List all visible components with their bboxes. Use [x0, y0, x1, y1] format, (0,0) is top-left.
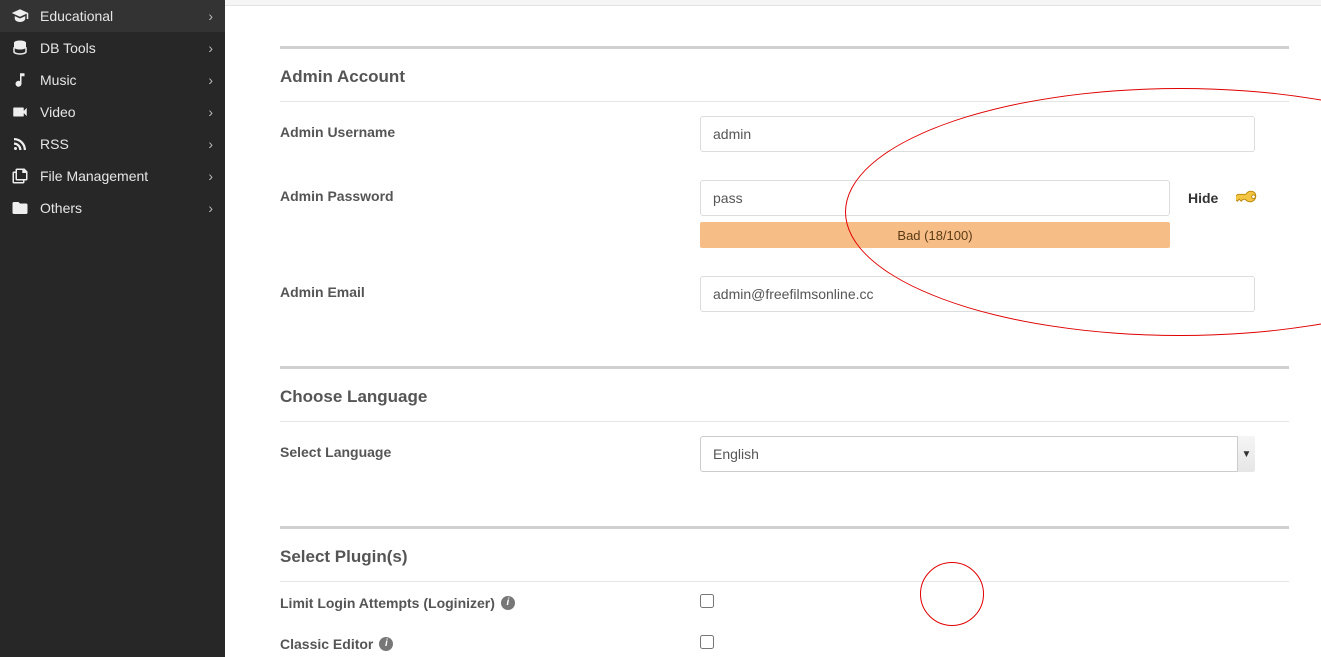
admin-email-input[interactable]	[700, 276, 1255, 312]
sidebar-item-video[interactable]: Video ›	[0, 96, 225, 128]
admin-username-input[interactable]	[700, 116, 1255, 152]
plugin-label-classic-editor: Classic Editor	[280, 636, 373, 652]
sidebar-item-educational[interactable]: Educational ›	[0, 0, 225, 32]
sidebar-item-label: File Management	[40, 168, 208, 184]
sidebar-item-label: Educational	[40, 8, 208, 24]
section-title-language: Choose Language	[280, 369, 1289, 422]
sidebar-item-others[interactable]: Others ›	[0, 192, 225, 224]
chevron-right-icon: ›	[208, 200, 213, 216]
plugin-checkbox-classic-editor[interactable]	[700, 635, 714, 649]
music-icon	[10, 70, 30, 90]
admin-email-label: Admin Email	[280, 276, 700, 300]
chevron-right-icon: ›	[208, 40, 213, 56]
chevron-right-icon: ›	[208, 136, 213, 152]
info-icon[interactable]: i	[501, 596, 515, 610]
sidebar-item-music[interactable]: Music ›	[0, 64, 225, 96]
files-icon	[10, 166, 30, 186]
video-icon	[10, 102, 30, 122]
sidebar-item-rss[interactable]: RSS ›	[0, 128, 225, 160]
sidebar-item-label: Video	[40, 104, 208, 120]
language-select[interactable]: English	[700, 436, 1255, 472]
main-content: Admin Account Admin Username Admin Passw…	[225, 0, 1321, 657]
section-title-admin: Admin Account	[280, 49, 1289, 102]
toggle-password-visibility[interactable]: Hide	[1188, 190, 1218, 206]
sidebar-item-filemanagement[interactable]: File Management ›	[0, 160, 225, 192]
chevron-right-icon: ›	[208, 72, 213, 88]
section-title-plugins: Select Plugin(s)	[280, 529, 1289, 582]
plugin-checkbox-loginizer[interactable]	[700, 594, 714, 608]
info-icon[interactable]: i	[379, 637, 393, 651]
sidebar-item-label: DB Tools	[40, 40, 208, 56]
chevron-right-icon: ›	[208, 8, 213, 24]
admin-password-label: Admin Password	[280, 180, 700, 204]
grad-cap-icon	[10, 6, 30, 26]
database-icon	[10, 38, 30, 58]
plugin-label-loginizer: Limit Login Attempts (Loginizer)	[280, 595, 495, 611]
sidebar-item-label: Others	[40, 200, 208, 216]
rss-icon	[10, 134, 30, 154]
admin-password-input[interactable]	[700, 180, 1170, 216]
sidebar: Educational › DB Tools › Music › Video ›	[0, 0, 225, 657]
sidebar-item-dbtools[interactable]: DB Tools ›	[0, 32, 225, 64]
sidebar-item-label: Music	[40, 72, 208, 88]
folder-icon	[10, 198, 30, 218]
key-icon[interactable]	[1236, 187, 1258, 209]
password-strength-bar: Bad (18/100)	[700, 222, 1170, 248]
select-language-label: Select Language	[280, 436, 700, 460]
admin-username-label: Admin Username	[280, 116, 700, 140]
chevron-right-icon: ›	[208, 104, 213, 120]
chevron-right-icon: ›	[208, 168, 213, 184]
sidebar-item-label: RSS	[40, 136, 208, 152]
